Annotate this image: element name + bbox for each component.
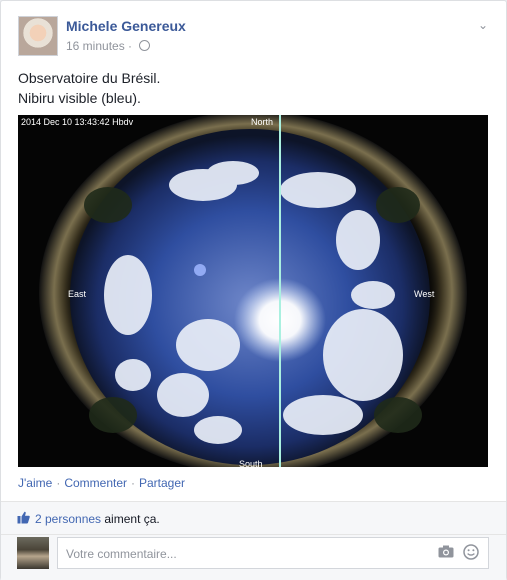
likes-summary: 2 personnes aiment ça. <box>1 501 506 534</box>
comment-box[interactable] <box>57 537 489 569</box>
globe-icon[interactable] <box>139 40 151 51</box>
likes-text: 2 personnes aiment ça. <box>35 512 160 526</box>
post-card: Michele Genereux 16 minutes · ⌄ Observat… <box>0 0 507 580</box>
comment-composer <box>1 534 506 580</box>
comment-link[interactable]: Commenter <box>64 476 127 490</box>
chevron-down-icon[interactable]: ⌄ <box>478 18 488 32</box>
post-header: Michele Genereux 16 minutes · ⌄ <box>18 16 494 58</box>
compass-east: East <box>68 289 87 299</box>
action-separator: · <box>56 476 61 490</box>
post-photo[interactable]: 2014 Dec 10 13:43:42 Hbdv North South Ea… <box>18 115 488 467</box>
compass-south: South <box>239 459 263 467</box>
post-text: Observatoire du Brésil. Nibiru visible (… <box>18 68 488 108</box>
post-timestamp[interactable]: 16 minutes <box>66 39 125 53</box>
thumbs-up-icon <box>17 511 30 524</box>
action-separator: · <box>131 476 135 490</box>
post-actions: J'aime · Commenter · Partager <box>18 476 185 490</box>
sky-camera-image: 2014 Dec 10 13:43:42 Hbdv North South Ea… <box>18 115 488 467</box>
post-text-line: Nibiru visible (bleu). <box>18 90 141 106</box>
photo-timestamp: 2014 Dec 10 13:43:42 Hbdv <box>21 117 134 127</box>
compass-north: North <box>251 117 273 127</box>
camera-icon[interactable] <box>438 545 454 558</box>
separator-dot: · <box>128 39 136 53</box>
viewer-avatar[interactable] <box>17 537 49 569</box>
post-meta: 16 minutes · <box>66 39 151 53</box>
comment-input[interactable] <box>64 546 428 562</box>
smiley-icon[interactable] <box>463 544 479 560</box>
compass-west: West <box>414 289 435 299</box>
share-link[interactable]: Partager <box>139 476 185 490</box>
likes-suffix: aiment ça. <box>101 512 160 526</box>
post-text-line: Observatoire du Brésil. <box>18 70 161 86</box>
author-name[interactable]: Michele Genereux <box>66 18 186 34</box>
like-link[interactable]: J'aime <box>18 476 52 490</box>
likes-count-link[interactable]: 2 personnes <box>35 512 101 526</box>
author-avatar[interactable] <box>18 16 58 56</box>
